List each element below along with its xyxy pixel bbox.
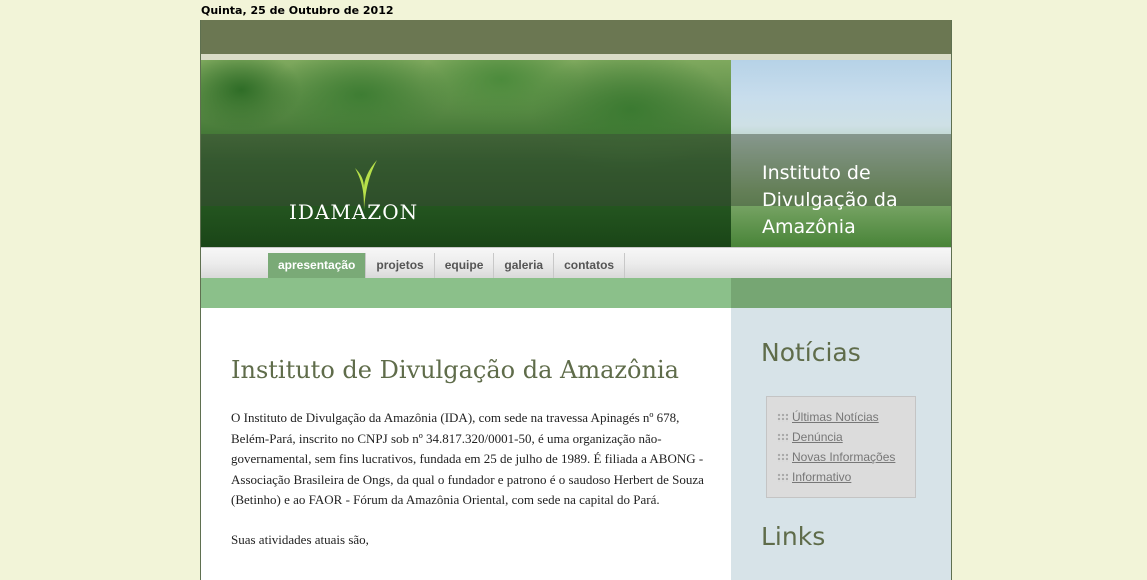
header-banner: IDAMAZON Instituto de Divulgação da Amaz… (201, 60, 951, 247)
intro-paragraph: O Instituto de Divulgação da Amazônia (I… (231, 410, 704, 507)
top-bar (201, 20, 951, 54)
news-item: Novas Informações (777, 447, 915, 467)
sidebar-top-bar (731, 278, 951, 308)
bullet-icon (777, 432, 788, 442)
news-link-ultimas[interactable]: Últimas Notícias (792, 410, 879, 424)
news-item: Informativo (777, 467, 915, 487)
banner-title-line: Instituto de (762, 162, 871, 184)
nav-items: apresentação projetos equipe galeria con… (268, 253, 626, 279)
page-title: Instituto de Divulgação da Amazônia (231, 356, 679, 384)
page-container: IDAMAZON Instituto de Divulgação da Amaz… (200, 20, 952, 580)
bullet-icon (777, 412, 788, 422)
nav-item-projetos[interactable]: projetos (366, 253, 435, 279)
main-nav: apresentação projetos equipe galeria con… (201, 247, 951, 279)
site-logo[interactable]: IDAMAZON (289, 200, 418, 224)
banner-title-line: Amazônia (762, 216, 856, 238)
current-date: Quinta, 25 de Outubro de 2012 (201, 4, 394, 17)
news-box: Últimas Notícias Denúncia Novas Informaç… (766, 396, 916, 498)
main-content: Instituto de Divulgação da Amazônia O In… (201, 308, 731, 580)
content-top-bar (201, 278, 731, 308)
banner-title-line: Divulgação da (762, 189, 898, 211)
activities-paragraph: Suas atividades atuais são, (231, 532, 369, 547)
news-item: Denúncia (777, 427, 915, 447)
links-heading: Links (761, 522, 826, 551)
news-link-denuncia[interactable]: Denúncia (792, 430, 843, 444)
news-item: Últimas Notícias (777, 407, 915, 427)
sidebar: Notícias Últimas Notícias Denúncia Novas… (731, 308, 951, 580)
news-heading: Notícias (761, 338, 861, 367)
nav-item-apresentacao[interactable]: apresentação (268, 253, 367, 279)
banner-title: Instituto de Divulgação da Amazônia (762, 160, 898, 241)
news-list: Últimas Notícias Denúncia Novas Informaç… (767, 397, 915, 487)
news-link-novas[interactable]: Novas Informações (792, 450, 895, 464)
bullet-icon (777, 472, 788, 482)
bullet-icon (777, 452, 788, 462)
news-link-informativo[interactable]: Informativo (792, 470, 851, 484)
nav-item-galeria[interactable]: galeria (494, 253, 555, 279)
nav-item-equipe[interactable]: equipe (435, 253, 495, 279)
nav-item-contatos[interactable]: contatos (554, 253, 626, 279)
